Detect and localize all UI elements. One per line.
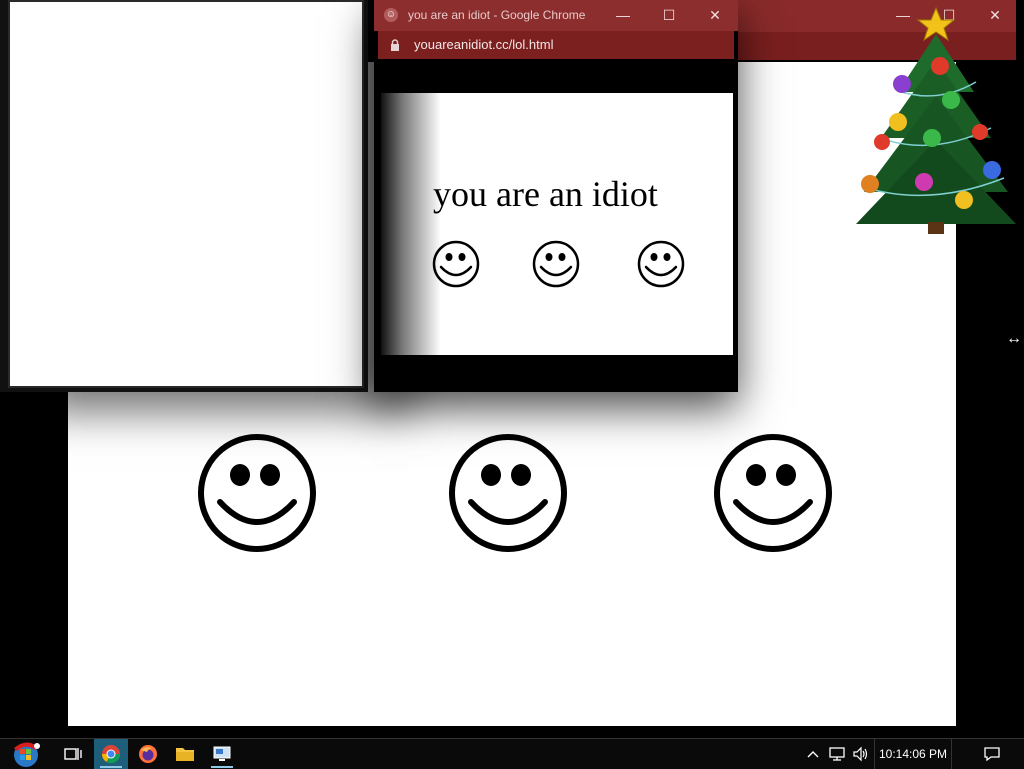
notification-icon [984,747,1000,762]
start-orb-icon [14,742,40,767]
smiley-face-icon [449,434,567,552]
popup-page-content: you are an idiot [381,93,733,355]
smiley-face-icon [432,240,480,288]
maximize-button[interactable]: ☐ [646,0,692,30]
show-hidden-icons-button[interactable] [802,739,824,769]
minimize-button[interactable]: — [600,0,646,30]
popup-window[interactable]: ☺ you are an idiot - Google Chrome — ☐ ✕… [374,0,738,392]
remote-desktop-icon [213,746,231,761]
popup-title: you are an idiot - Google Chrome [408,8,586,22]
remote-desktop-taskbar-button[interactable] [205,739,239,769]
chrome-taskbar-button[interactable] [94,739,128,769]
chrome-icon [102,745,120,764]
window-shadow [381,93,441,355]
popup-titlebar[interactable]: ☺ you are an idiot - Google Chrome — ☐ ✕ [374,0,738,31]
task-view-button[interactable] [56,739,90,769]
firefox-icon [139,745,157,763]
folder-icon [176,748,194,761]
close-button[interactable]: ✕ [692,0,738,30]
smiley-face-icon [637,240,685,288]
popup-window-controls: — ☐ ✕ [600,0,738,30]
action-center-button[interactable] [970,739,1014,769]
resize-cursor-icon: ↔ [1006,330,1022,347]
volume-button[interactable] [850,739,872,769]
file-explorer-taskbar-button[interactable] [168,739,202,769]
network-button[interactable] [826,739,848,769]
christmas-tree-icon [856,6,1016,234]
volume-icon [853,746,868,762]
chevron-up-icon [807,751,819,758]
task-view-icon [64,748,82,760]
blank-popup-window[interactable] [0,0,368,392]
smiley-face-icon [532,240,580,288]
start-button[interactable] [0,739,52,769]
firefox-taskbar-button[interactable] [131,739,165,769]
favicon-icon: ☺ [384,8,398,22]
url-text: youareanidiot.cc/lol.html [414,37,554,52]
lock-icon [391,39,399,51]
address-bar[interactable]: youareanidiot.cc/lol.html [378,31,734,59]
taskbar: 10:14:06 PM [0,738,1024,769]
smiley-face-icon [198,434,316,552]
network-icon [829,747,845,761]
popup-message: you are an idiot [433,174,658,214]
taskbar-clock[interactable]: 10:14:06 PM [874,739,952,769]
blank-popup-content [8,0,364,388]
smiley-face-icon [714,434,832,552]
